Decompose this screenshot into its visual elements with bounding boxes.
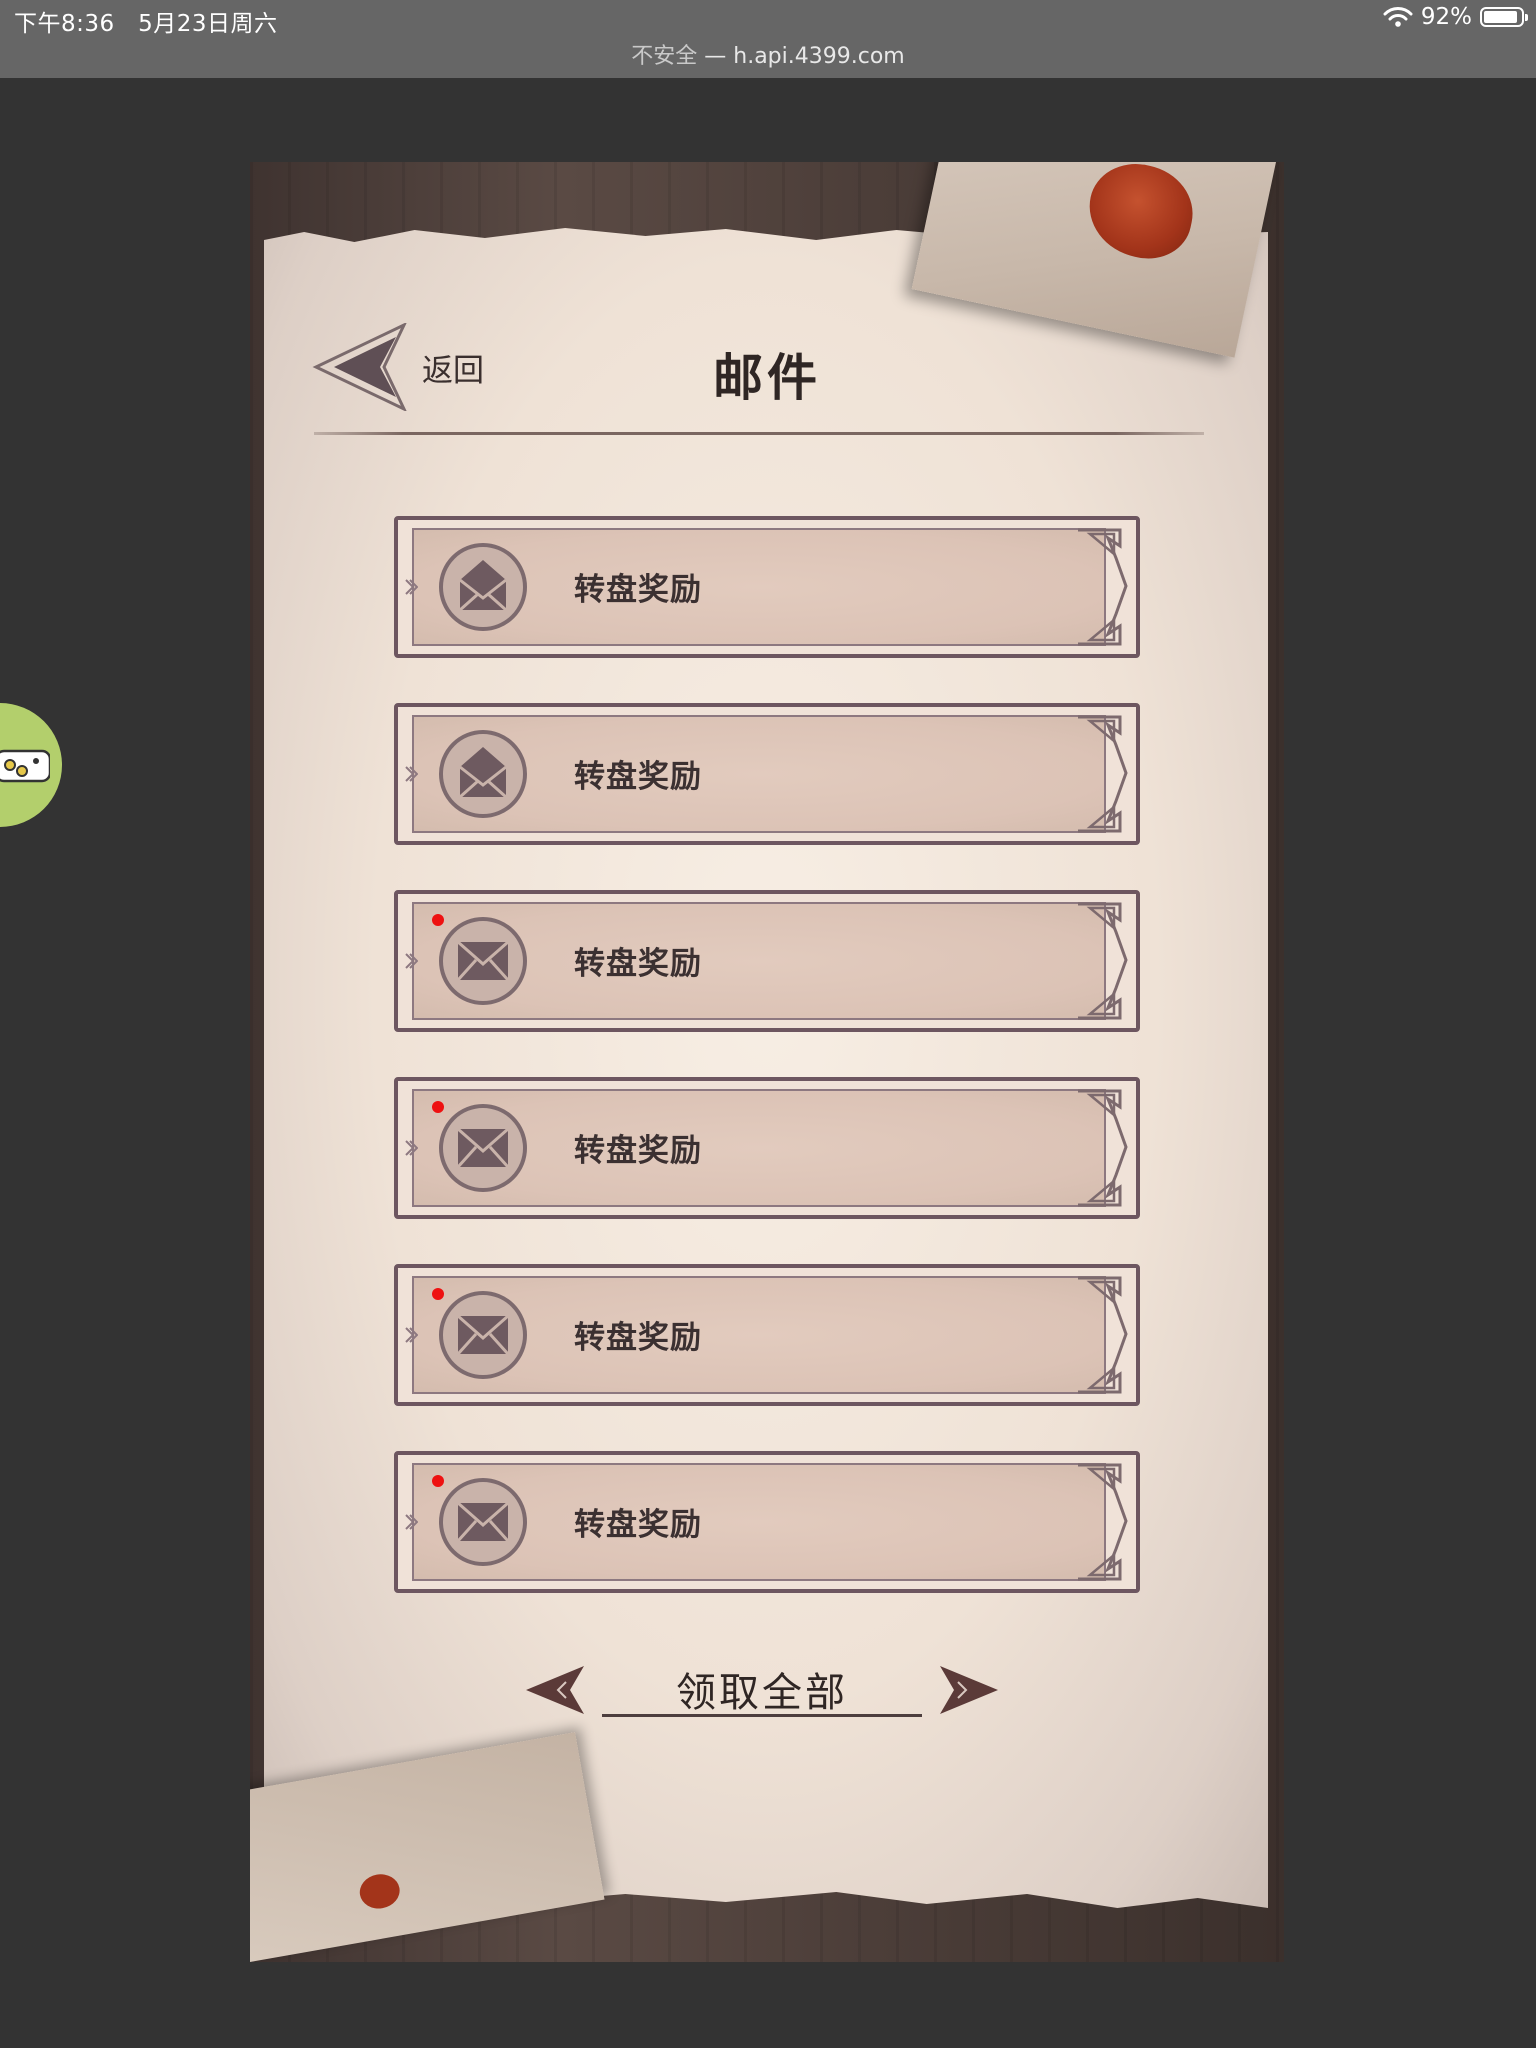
chevron-right-icon [405,1514,418,1530]
url-text: h.api.4399.com [733,44,905,69]
game-frame: 返回 邮件 转盘奖励 转盘奖励 转盘奖励 转盘奖励 转盘奖励 转盘奖励 领取全部 [250,162,1284,1962]
security-label: 不安全 [631,44,698,69]
mail-title: 转盘奖励 [574,1507,702,1543]
opened-envelope-icon [439,543,527,631]
claim-all-label: 领取全部 [676,1670,848,1716]
header-divider [314,432,1204,435]
browser-top-bar: 下午8:36 5月23日周六 92% 不安全 — h.api.4399.com [0,0,1536,78]
mail-corner-ornament [1078,1276,1128,1394]
mail-corner-ornament [1078,902,1128,1020]
chevron-right-icon [405,766,418,782]
claim-all-button[interactable]: 领取全部 [522,1656,1002,1726]
mail-item[interactable]: 转盘奖励 [394,1451,1140,1593]
unread-dot [432,1101,444,1113]
unread-dot [432,1475,444,1487]
status-time-text: 下午8:36 [14,11,115,37]
mail-title: 转盘奖励 [574,572,702,608]
mail-item[interactable]: 转盘奖励 [394,1077,1140,1219]
mail-item[interactable]: 转盘奖励 [394,516,1140,658]
url-separator: — [704,44,727,69]
mail-title: 转盘奖励 [574,1320,702,1356]
status-indicators: 92% [1383,4,1528,30]
battery-percent: 92% [1420,4,1472,30]
mail-corner-ornament [1078,1089,1128,1207]
mail-item[interactable]: 转盘奖励 [394,890,1140,1032]
battery-icon [1480,7,1528,27]
chevron-right-icon [405,953,418,969]
chevron-right-icon [405,1140,418,1156]
closed-envelope-icon [439,1291,527,1379]
mail-item[interactable]: 转盘奖励 [394,703,1140,845]
unread-dot [432,1288,444,1300]
status-date-text: 5月23日周六 [138,11,278,37]
small-wax-seal-icon [357,1871,403,1912]
mail-list: 转盘奖励 转盘奖励 转盘奖励 转盘奖励 转盘奖励 转盘奖励 [394,516,1140,1638]
mail-title: 转盘奖励 [574,946,702,982]
closed-envelope-icon [439,1104,527,1192]
chevron-right-icon [405,579,418,595]
opened-envelope-icon [439,730,527,818]
claim-right-arrow-icon [940,1666,998,1714]
url-bar[interactable]: 不安全 — h.api.4399.com [0,38,1536,70]
closed-envelope-icon [439,1478,527,1566]
mail-corner-ornament [1078,715,1128,833]
battery-fill [1484,11,1518,23]
chevron-right-icon [405,1327,418,1343]
closed-envelope-icon [439,917,527,1005]
mail-item[interactable]: 转盘奖励 [394,1264,1140,1406]
wifi-icon [1383,7,1413,27]
page-title: 邮件 [713,349,821,407]
unread-dot [432,914,444,926]
status-time: 下午8:36 5月23日周六 [14,4,278,38]
gamepad-icon [0,749,50,783]
floating-assistant-button[interactable] [0,703,62,827]
mail-corner-ornament [1078,528,1128,646]
claim-all-underline [602,1714,922,1717]
mail-corner-ornament [1078,1463,1128,1581]
mail-title: 转盘奖励 [574,1133,702,1169]
mail-title: 转盘奖励 [574,759,702,795]
wax-seal-icon [1080,162,1202,267]
